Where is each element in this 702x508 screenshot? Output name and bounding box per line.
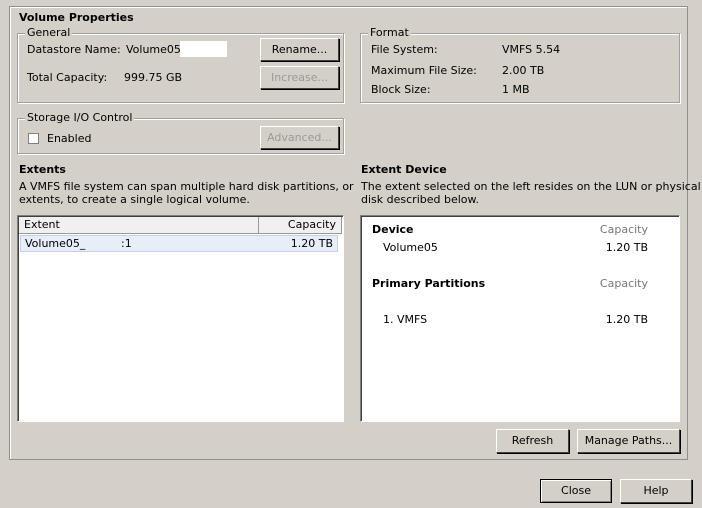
help-button[interactable]: Help: [620, 479, 692, 503]
extent-device-panel: Device Capacity Volume05 1.20 TB Primary…: [360, 215, 680, 422]
file-system-value: VMFS 5.54: [502, 43, 561, 56]
device-capacity: 1.20 TB: [605, 241, 648, 254]
volume-properties-title: Volume Properties: [19, 11, 134, 24]
extent-number: :1: [121, 237, 132, 250]
block-size-label: Block Size:: [371, 83, 431, 96]
device-capacity-header: Capacity: [599, 223, 648, 236]
extent-device-title: Extent Device: [361, 163, 447, 176]
datastore-name-value: Volume05_: [126, 43, 187, 56]
enabled-checkbox[interactable]: [28, 133, 39, 144]
extents-title: Extents: [19, 163, 66, 176]
primary-partitions-header: Primary Partitions: [372, 277, 486, 290]
total-capacity-label: Total Capacity:: [27, 71, 108, 84]
extent-name: Volume05_: [25, 237, 86, 250]
rename-button[interactable]: Rename...: [260, 38, 339, 61]
device-name: Volume05: [383, 241, 438, 254]
file-system-label: File System:: [371, 43, 438, 56]
block-size-value: 1 MB: [502, 83, 530, 96]
extents-description-line1: A VMFS file system can span multiple har…: [19, 180, 354, 193]
partition-name: 1. VMFS: [383, 313, 428, 326]
storage-io-control-legend: Storage I/O Control: [25, 111, 135, 125]
advanced-button[interactable]: Advanced...: [260, 126, 339, 149]
format-legend: Format: [368, 26, 411, 40]
extent-capacity: 1.20 TB: [290, 237, 333, 250]
extents-list[interactable]: Extent Capacity Volume05_ :1 1.20 TB: [17, 215, 344, 422]
datastore-name-label: Datastore Name:: [27, 43, 121, 56]
datastore-name-redacted-field: [180, 41, 227, 57]
max-file-size-value: 2.00 TB: [502, 64, 545, 77]
general-legend: General: [25, 26, 73, 40]
max-file-size-label: Maximum File Size:: [371, 64, 477, 77]
close-button[interactable]: Close: [540, 479, 612, 503]
table-row[interactable]: Volume05_ :1 1.20 TB: [20, 235, 338, 252]
refresh-button[interactable]: Refresh: [496, 429, 569, 453]
total-capacity-value: 999.75 GB: [124, 71, 183, 84]
enabled-label: Enabled: [47, 132, 92, 145]
extent-device-description-line2: disk described below.: [361, 193, 479, 206]
partition-capacity: 1.20 TB: [605, 313, 648, 326]
extents-description-line2: extents, to create a single logical volu…: [19, 193, 250, 206]
partitions-capacity-header: Capacity: [599, 277, 648, 290]
extent-device-description-line1: The extent selected on the left resides …: [361, 180, 701, 193]
increase-button[interactable]: Increase...: [260, 66, 339, 89]
device-header: Device: [372, 223, 414, 236]
capacity-column-header[interactable]: Capacity: [259, 217, 342, 234]
manage-paths-button[interactable]: Manage Paths...: [577, 429, 680, 453]
extent-column-header[interactable]: Extent: [19, 217, 259, 234]
